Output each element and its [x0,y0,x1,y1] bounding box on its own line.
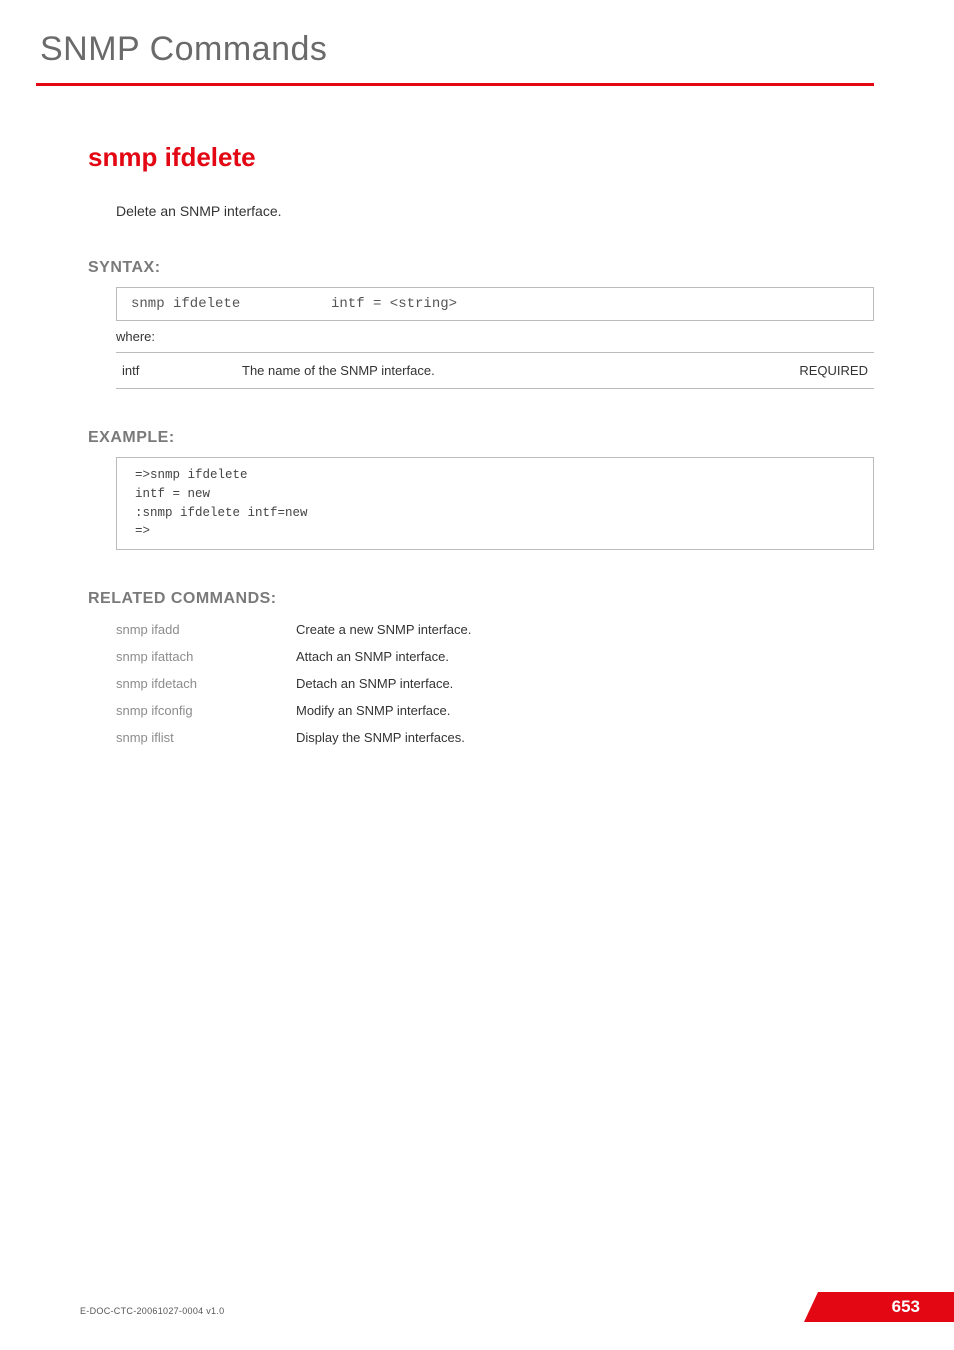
related-command-name: snmp ifconfig [116,703,296,718]
page-number: 653 [892,1297,920,1317]
related-command-desc: Create a new SNMP interface. [296,622,471,637]
related-commands: snmp ifadd Create a new SNMP interface. … [116,622,874,745]
where-label: where: [116,329,874,344]
related-command-name: snmp ifdetach [116,676,296,691]
command-title: snmp ifdelete [88,142,874,173]
related-command-name: snmp ifadd [116,622,296,637]
table-row: intf The name of the SNMP interface. REQ… [116,353,874,389]
chapter-title: SNMP Commands [40,30,874,69]
related-command-name: snmp ifattach [116,649,296,664]
example-box: =>snmp ifdelete intf = new :snmp ifdelet… [116,457,874,550]
related-heading: RELATED COMMANDS: [88,590,874,608]
command-description: Delete an SNMP interface. [116,203,874,219]
syntax-heading: SYNTAX: [88,259,874,277]
list-item: snmp ifdetach Detach an SNMP interface. [116,676,874,691]
related-command-desc: Display the SNMP interfaces. [296,730,465,745]
chapter-divider [36,83,874,86]
page-number-shape: 653 [804,1292,954,1322]
list-item: snmp ifadd Create a new SNMP interface. [116,622,874,637]
syntax-command: snmp ifdelete [131,296,331,312]
page-number-badge: 653 [804,1292,954,1322]
syntax-arguments: intf = <string> [331,296,457,312]
syntax-box: snmp ifdelete intf = <string> [116,287,874,321]
list-item: snmp iflist Display the SNMP interfaces. [116,730,874,745]
related-command-name: snmp iflist [116,730,296,745]
related-command-desc: Detach an SNMP interface. [296,676,453,691]
page-footer: E-DOC-CTC-20061027-0004 v1.0 653 [80,1306,954,1316]
param-description: The name of the SNMP interface. [236,353,754,389]
param-name: intf [116,353,236,389]
list-item: snmp ifattach Attach an SNMP interface. [116,649,874,664]
page: SNMP Commands snmp ifdelete Delete an SN… [0,0,954,1350]
parameter-table: intf The name of the SNMP interface. REQ… [116,352,874,389]
param-required: REQUIRED [754,353,874,389]
example-heading: EXAMPLE: [88,429,874,447]
related-command-desc: Attach an SNMP interface. [296,649,449,664]
related-command-desc: Modify an SNMP interface. [296,703,450,718]
document-id: E-DOC-CTC-20061027-0004 v1.0 [80,1306,224,1316]
list-item: snmp ifconfig Modify an SNMP interface. [116,703,874,718]
